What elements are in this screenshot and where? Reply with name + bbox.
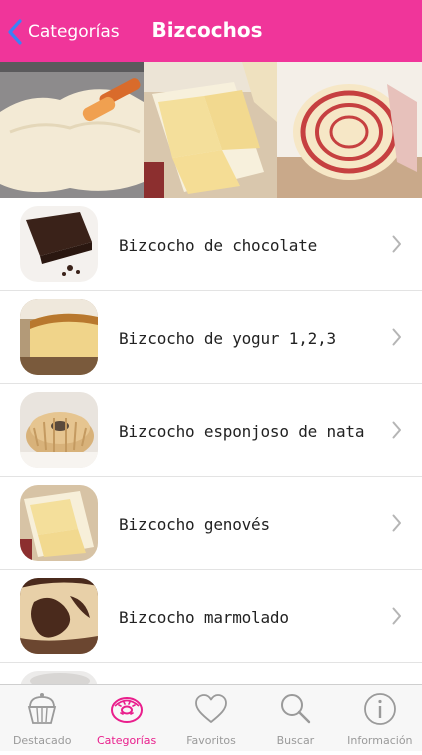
donut-icon <box>110 697 143 723</box>
banner-photo-batter <box>0 62 144 198</box>
tab-label: Favoritos <box>186 734 236 747</box>
tab-destacado[interactable]: Destacado <box>0 685 84 751</box>
recipe-title: Bizcocho de yogur 1,2,3 <box>119 329 336 348</box>
recipe-title: Bizcocho esponjoso de nata <box>119 422 365 441</box>
tab-categorias[interactable]: Categorías <box>84 685 168 751</box>
chevron-right-icon <box>392 328 401 346</box>
tab-label: Destacado <box>12 734 72 747</box>
tab-favoritos[interactable]: Favoritos <box>169 685 253 751</box>
tab-label: Buscar <box>276 734 315 747</box>
header-banner <box>0 62 422 198</box>
recipe-thumbnail <box>20 578 98 654</box>
info-icon <box>363 693 396 725</box>
list-item[interactable]: Bizcocho de yogur 1,2,3 <box>0 291 422 384</box>
banner-photo-roll <box>277 62 422 198</box>
heart-icon <box>195 694 227 723</box>
chevron-right-icon <box>392 607 401 625</box>
tab-informacion[interactable]: Información <box>338 685 422 751</box>
list-item[interactable]: Bizcocho marmolado <box>0 570 422 663</box>
chevron-right-icon <box>392 235 401 253</box>
tab-buscar[interactable]: Buscar <box>253 685 337 751</box>
page-title: Bizcochos <box>151 18 263 42</box>
list-item[interactable]: Bizcocho esponjoso de nata <box>0 384 422 477</box>
recipe-thumbnail <box>20 206 98 282</box>
recipe-title: Bizcocho marmolado <box>119 608 289 627</box>
tab-bar: Destacado Categorías Favoritos Buscar In… <box>0 684 422 751</box>
list-item[interactable]: Bizcocho de chocolate <box>0 198 422 291</box>
navigation-bar: Categorías Bizcochos <box>0 0 422 62</box>
recipe-title: Bizcocho genovés <box>119 515 270 534</box>
chevron-right-icon <box>392 514 401 532</box>
recipe-thumbnail <box>20 299 98 375</box>
banner-photo-sheets <box>144 62 277 198</box>
recipe-thumbnail <box>20 485 98 561</box>
recipe-thumbnail <box>20 392 98 468</box>
recipe-list: Bizcocho de chocolate Bizcocho de yogur … <box>0 198 422 755</box>
list-item[interactable]: Bizcocho genovés <box>0 477 422 570</box>
search-icon <box>281 694 311 724</box>
cupcake-icon <box>28 693 57 724</box>
tab-label: Categorías <box>96 734 157 747</box>
tab-label: Información <box>347 734 413 747</box>
recipe-title: Bizcocho de chocolate <box>119 236 318 255</box>
chevron-right-icon <box>392 421 401 439</box>
